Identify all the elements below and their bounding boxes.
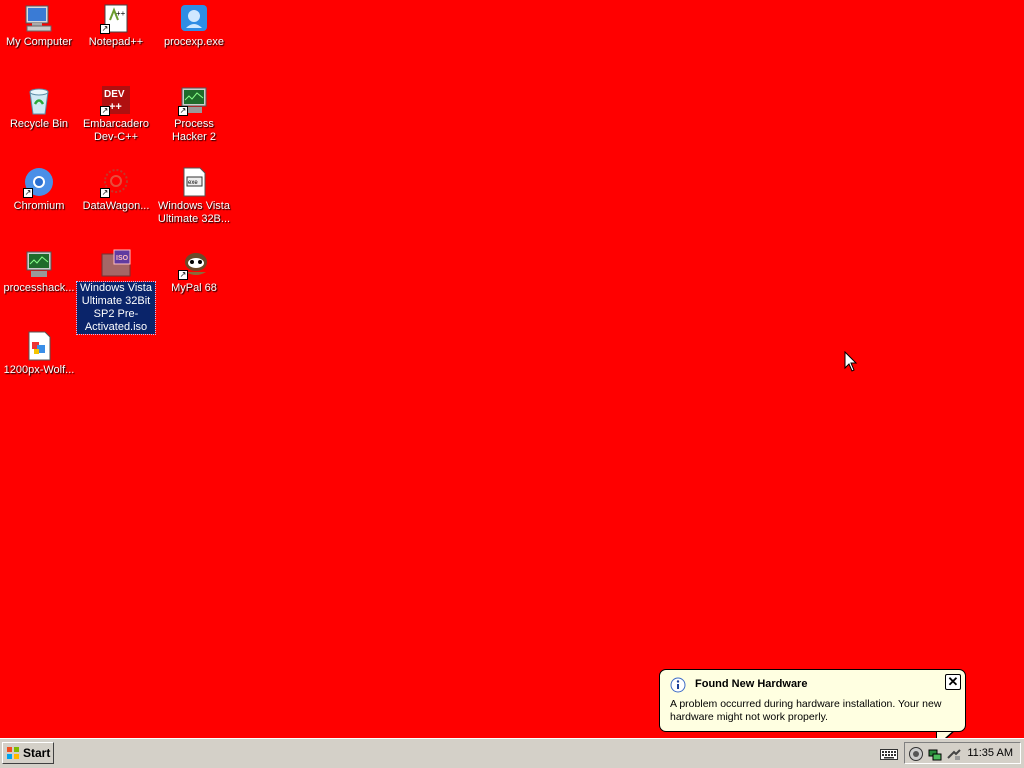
desktop-icon-process-hacker[interactable]: ↗ Process Hacker 2 — [155, 84, 233, 144]
mouse-cursor-icon — [844, 351, 858, 372]
desktop-icon-my-computer[interactable]: My Computer — [0, 2, 78, 49]
start-label: Start — [23, 746, 51, 760]
dev-cpp-icon: DEV ++ ↗ — [100, 84, 132, 116]
shortcut-arrow-icon: ↗ — [100, 24, 110, 34]
desktop-icon-notepad-plus-plus[interactable]: ++ ↗ Notepad++ — [77, 2, 155, 49]
svg-text:++: ++ — [116, 9, 126, 18]
tray-app-icon[interactable] — [908, 746, 924, 762]
recycle-bin-icon — [23, 84, 55, 116]
iso-file-icon: ISO — [100, 248, 132, 280]
svg-text:ISO: ISO — [116, 255, 129, 262]
desktop-icon-label: My Computer — [5, 36, 73, 48]
desktop-icon-label: Chromium — [13, 200, 65, 212]
desktop-icon-dev-cpp[interactable]: DEV ++ ↗ Embarcadero Dev-C++ — [77, 84, 155, 144]
my-computer-icon — [23, 2, 55, 34]
mypal-icon: ↗ — [178, 248, 210, 280]
shortcut-arrow-icon: ↗ — [100, 106, 110, 116]
system-tray: 11:35 AM — [904, 742, 1021, 764]
desktop-icon-chromium[interactable]: ↗ Chromium — [0, 166, 78, 213]
clock[interactable]: 11:35 AM — [967, 747, 1013, 759]
desktop-icon-procexp[interactable]: procexp.exe — [155, 2, 233, 49]
desktop-icon-label: Embarcadero Dev-C++ — [82, 118, 150, 143]
datawagon-icon: ↗ — [100, 166, 132, 198]
vista-file-icon: exe — [178, 166, 210, 198]
desktop-icon-label: Windows Vista Ultimate 32B... — [157, 200, 231, 225]
image-file-icon — [23, 330, 55, 362]
desktop-icon-iso-file[interactable]: ISO Windows Vista Ultimate 32Bit SP2 Pre… — [76, 248, 156, 335]
found-new-hardware-balloon[interactable]: Found New Hardware A problem occurred du… — [659, 669, 966, 732]
desktop-icon-datawagon[interactable]: ↗ DataWagon... — [77, 166, 155, 213]
start-button[interactable]: Start — [2, 742, 54, 764]
balloon-title: Found New Hardware — [695, 678, 808, 690]
shortcut-arrow-icon: ↗ — [100, 188, 110, 198]
chromium-icon: ↗ — [23, 166, 55, 198]
shortcut-arrow-icon: ↗ — [23, 188, 33, 198]
balloon-message: A problem occurred during hardware insta… — [670, 698, 942, 723]
desktop-icon-label: Notepad++ — [88, 36, 144, 48]
desktop-icon-processhacker-file[interactable]: processhack... — [0, 248, 78, 295]
notepad-plus-plus-icon: ++ ↗ — [100, 2, 132, 34]
desktop-icon-label: 1200px-Wolf... — [3, 364, 75, 376]
desktop-icon-label: processhack... — [3, 282, 75, 294]
taskbar: Start 11:35 AM — [0, 738, 1024, 768]
desktop-icon-label: Recycle Bin — [9, 118, 69, 130]
desktop-icon-label: Windows Vista Ultimate 32Bit SP2 Pre-Act… — [76, 281, 156, 335]
info-icon — [670, 677, 686, 693]
balloon-close-button[interactable]: ✕ — [945, 674, 961, 690]
process-hacker-icon: ↗ — [178, 84, 210, 116]
svg-text:DEV: DEV — [104, 89, 125, 100]
svg-text:++: ++ — [109, 101, 122, 113]
desktop-icon-recycle-bin[interactable]: Recycle Bin — [0, 84, 78, 131]
desktop-icon-label: DataWagon... — [82, 200, 150, 212]
keyboard-icon[interactable] — [880, 747, 898, 761]
procexp-icon — [178, 2, 210, 34]
desktop-icon-vista-file[interactable]: exe Windows Vista Ultimate 32B... — [155, 166, 233, 226]
processhacker-file-icon — [23, 248, 55, 280]
desktop-icon-label: MyPal 68 — [171, 282, 217, 294]
hardware-device-icon[interactable] — [946, 746, 962, 762]
network-icon[interactable] — [927, 746, 943, 762]
desktop-icon-label: procexp.exe — [164, 36, 224, 48]
desktop-icon-image-file[interactable]: 1200px-Wolf... — [0, 330, 78, 377]
shortcut-arrow-icon: ↗ — [178, 106, 188, 116]
windows-flag-icon — [7, 747, 19, 759]
desktop: My Computer ++ ↗ Notepad++ procexp.exe R… — [0, 0, 1024, 738]
svg-text:exe: exe — [188, 180, 198, 186]
desktop-icon-label: Process Hacker 2 — [171, 118, 217, 143]
desktop-icon-mypal[interactable]: ↗ MyPal 68 — [155, 248, 233, 295]
shortcut-arrow-icon: ↗ — [178, 270, 188, 280]
